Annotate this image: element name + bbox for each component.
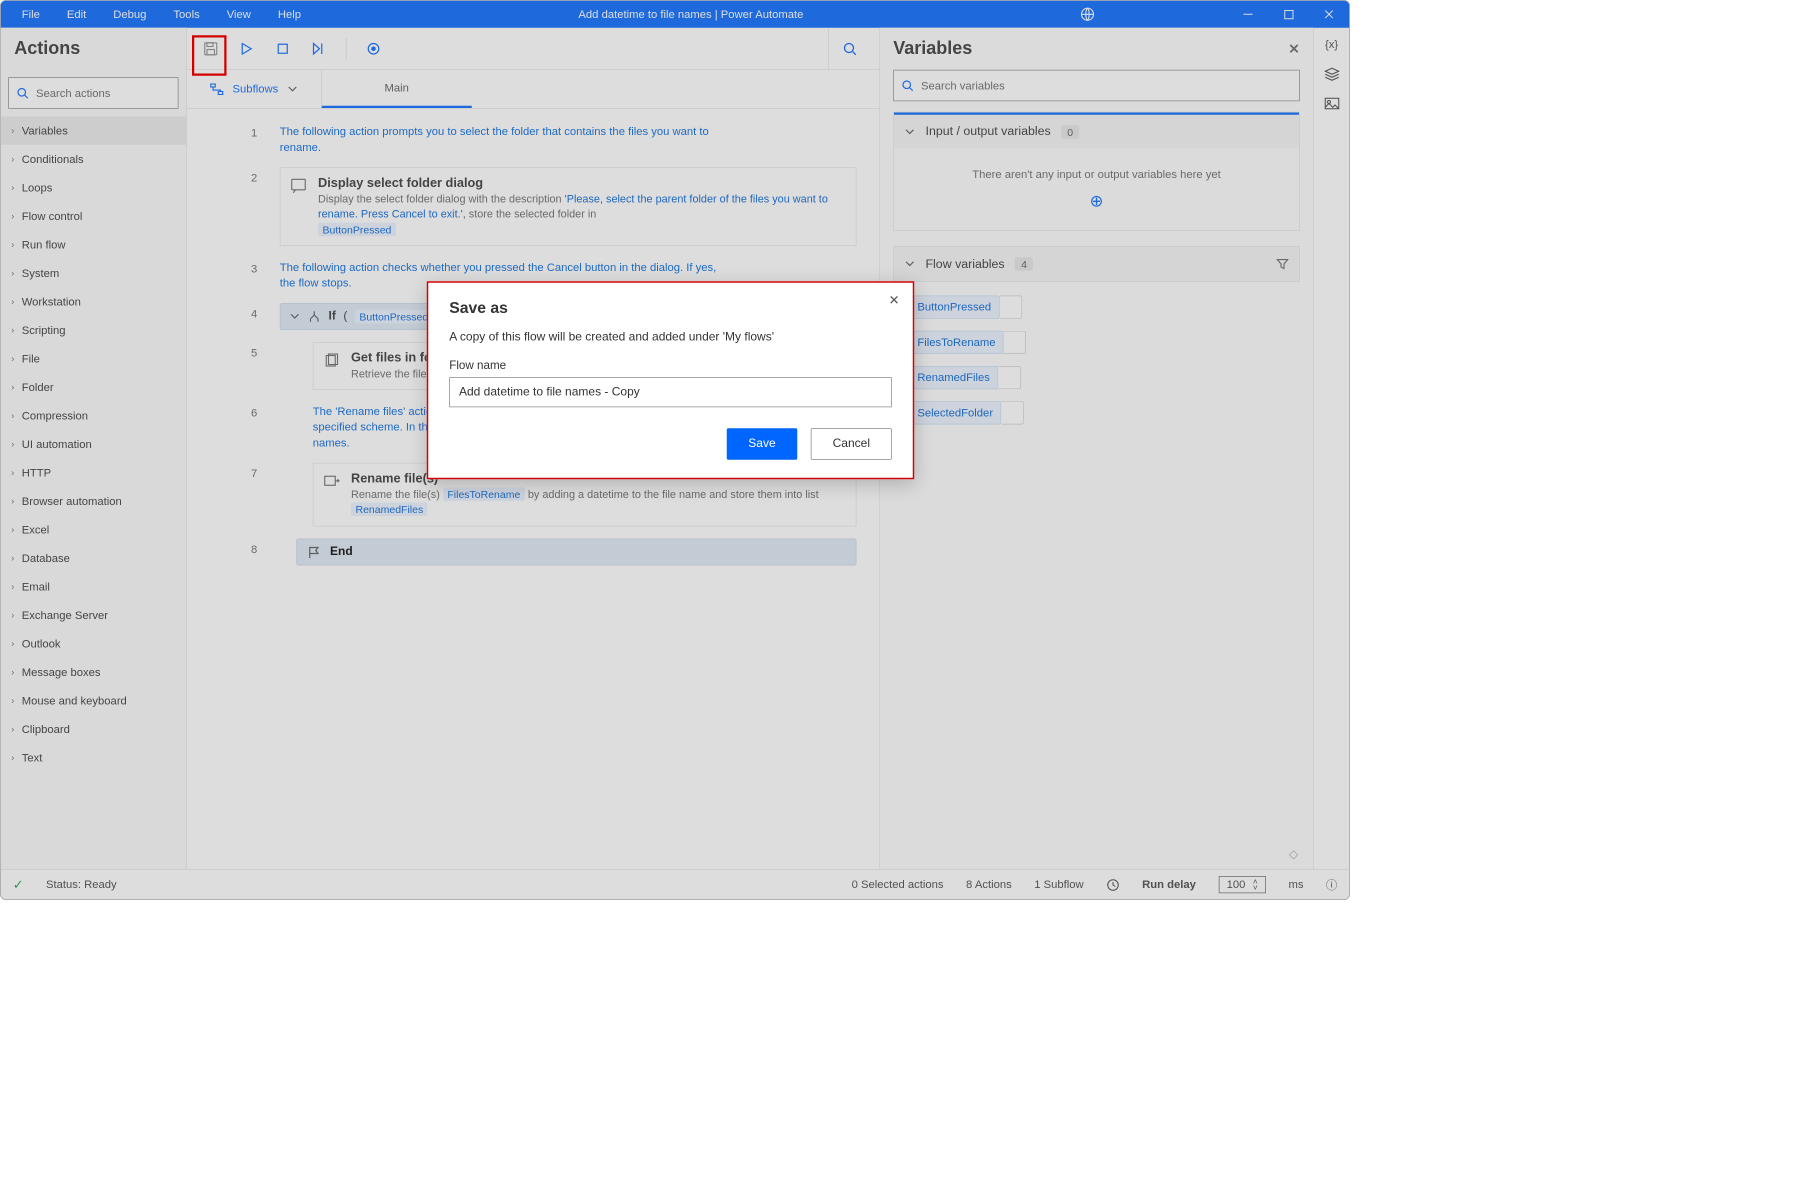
- save-confirm-button[interactable]: Save: [727, 428, 798, 460]
- save-as-dialog: ✕ Save as A copy of this flow will be cr…: [427, 281, 915, 479]
- flow-name-input[interactable]: [449, 377, 892, 407]
- flow-name-label: Flow name: [449, 359, 892, 373]
- dialog-title: Save as: [449, 299, 892, 317]
- dialog-message: A copy of this flow will be created and …: [449, 331, 892, 345]
- dialog-close-button[interactable]: ✕: [889, 293, 900, 308]
- cancel-button[interactable]: Cancel: [811, 428, 892, 460]
